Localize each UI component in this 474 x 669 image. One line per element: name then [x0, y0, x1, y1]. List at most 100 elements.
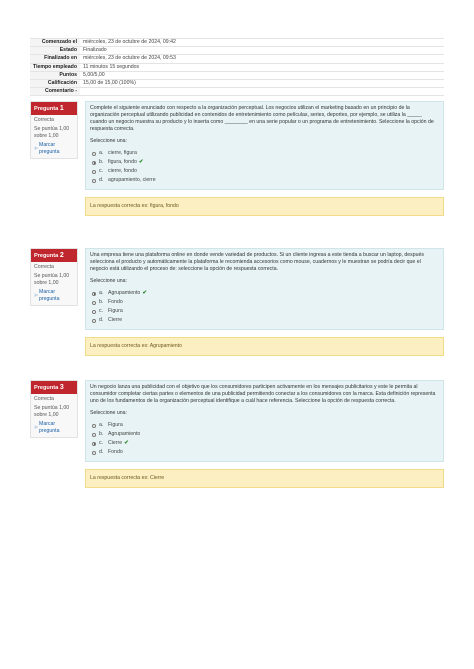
question-body: Una empresa tiene una plataforma online …: [85, 248, 444, 357]
radio-button[interactable]: [92, 441, 96, 446]
radio-button[interactable]: [92, 178, 96, 183]
correct-answer-feedback: La respuesta correcta es: Agrupamiento: [85, 337, 444, 357]
flag-label: Marcar pregunta: [39, 420, 60, 434]
answer-option[interactable]: c. cierre, fondo: [90, 167, 439, 176]
question-formulation: Complete el siguiente enunciado con resp…: [85, 101, 444, 191]
question-grade: Se puntúa 1,00 sobre 1,00: [34, 125, 70, 139]
answer-prompt: Seleccione una:: [90, 410, 127, 417]
question-grade: Se puntúa 1,00 sobre 1,00: [34, 272, 70, 286]
option-text: Cierre: [108, 317, 123, 324]
answer-option[interactable]: a. cierre, figura: [90, 149, 439, 158]
summary-label: Finalizado en: [30, 54, 81, 64]
option-text: Figura: [108, 308, 123, 315]
radio-button[interactable]: [92, 300, 96, 305]
option-letter: a.: [99, 422, 104, 429]
flag-label: Marcar pregunta: [39, 288, 60, 302]
option-text: cierre, fondo: [108, 168, 137, 175]
question-number-value: 2: [59, 251, 64, 259]
check-icon: ✔: [142, 289, 147, 296]
question-number-value: 1: [59, 104, 64, 112]
summary-row: Tiempo empleado 11 minutos 15 segundos: [30, 62, 444, 72]
answer-option[interactable]: a. Agrupamiento ✔: [90, 289, 439, 298]
correct-answer-feedback: La respuesta correcta es: figura, fondo: [85, 197, 444, 217]
summary-row: Estado Finalizado: [30, 46, 444, 55]
option-text: cierre, figura: [108, 150, 137, 157]
answer-option[interactable]: b. Agrupamiento: [90, 430, 439, 439]
option-text: agrupamiento, cierre: [108, 177, 156, 184]
radio-button[interactable]: [92, 160, 96, 165]
summary-row: Comentario -: [30, 87, 444, 97]
radio-button[interactable]: [92, 291, 96, 296]
summary-label: Tiempo empleado: [30, 62, 81, 72]
summary-value: [80, 87, 444, 97]
option-letter: d.: [99, 177, 104, 184]
question-state: Correcta: [34, 116, 54, 123]
answer-option[interactable]: c. Cierre ✔: [90, 439, 439, 448]
option-text: Cierre: [108, 440, 123, 447]
option-text: Fondo: [108, 449, 123, 456]
question-text: Una empresa tiene una plataforma online …: [90, 252, 424, 273]
radio-button[interactable]: [92, 309, 96, 314]
answer-option[interactable]: b. figura, fondo ✔: [90, 158, 439, 167]
option-letter: b.: [99, 431, 104, 438]
option-text: Agrupamiento: [108, 431, 141, 438]
radio-button[interactable]: [92, 151, 96, 156]
summary-value: Finalizado: [80, 46, 444, 55]
answer-option[interactable]: a. Figura: [90, 421, 439, 430]
summary-label: Calificación: [30, 78, 81, 88]
summary-row: Finalizado en miércoles, 23 de octubre de…: [30, 54, 444, 64]
question-label: Pregunta: [34, 384, 59, 391]
option-letter: d.: [99, 317, 104, 324]
flag-question-link[interactable]: ⚐ Marcar pregunta: [34, 142, 74, 156]
option-letter: b.: [99, 159, 104, 166]
option-letter: d.: [99, 449, 104, 456]
correct-answer-feedback: La respuesta correcta es: Cierre: [85, 469, 444, 489]
flag-question-link[interactable]: ⚐ Marcar pregunta: [34, 289, 74, 303]
radio-button[interactable]: [92, 423, 96, 428]
flag-icon: ⚐: [34, 424, 39, 430]
option-letter: a.: [99, 150, 104, 157]
radio-button[interactable]: [92, 169, 96, 174]
flag-icon: ⚐: [34, 292, 39, 298]
answer-option[interactable]: d. Fondo: [90, 448, 439, 457]
answer-options: a. Agrupamiento ✔ b. Fondo c. Figura d. Cierre: [90, 289, 439, 325]
radio-button[interactable]: [92, 450, 96, 455]
answer-options: a. cierre, figura b. figura, fondo ✔ c. cierre…: [90, 149, 439, 185]
flag-question-link[interactable]: ⚐ Marcar pregunta: [34, 421, 74, 435]
question-formulation: Una empresa tiene una plataforma online …: [85, 248, 444, 331]
summary-label: Estado: [30, 46, 81, 55]
summary-label: Comentario -: [30, 87, 81, 97]
radio-button[interactable]: [92, 318, 96, 323]
question-formulation: Un negocio lanza una publicidad con el o…: [85, 380, 444, 463]
question-info: Pregunta 1 Correcta Se puntúa 1,00 sobre 1…: [30, 101, 78, 159]
answer-option[interactable]: c. Figura: [90, 307, 439, 316]
answer-option[interactable]: d. Cierre: [90, 316, 439, 325]
question-text: Un negocio lanza una publicidad con el o…: [90, 384, 436, 405]
question-number-value: 3: [59, 383, 64, 391]
check-icon: ✔: [124, 439, 129, 446]
question-state: Correcta: [34, 263, 54, 270]
summary-table: Comenzado el miércoles, 23 de octubre de …: [30, 37, 444, 97]
summary-row: Puntos 5,00/5,00: [30, 70, 444, 80]
question-state: Correcta: [34, 395, 54, 402]
option-text: Figura: [108, 422, 123, 429]
summary-value: miércoles, 23 de octubre de 2024, 09:53: [80, 54, 444, 64]
answer-option[interactable]: b. Fondo: [90, 298, 439, 307]
answer-option[interactable]: d. agrupamiento, cierre: [90, 176, 439, 185]
option-letter: c.: [99, 440, 104, 447]
question-grade: Se puntúa 1,00 sobre 1,00: [34, 404, 70, 418]
option-letter: c.: [99, 168, 104, 175]
answer-prompt: Seleccione una:: [90, 278, 127, 285]
flag-label: Marcar pregunta: [39, 141, 60, 155]
summary-value: 15,00 de 15,00 (100%): [80, 78, 444, 88]
question-text: Complete el siguiente enunciado con resp…: [90, 105, 434, 133]
check-icon: ✔: [138, 158, 144, 165]
option-letter: c.: [99, 308, 104, 315]
question-label: Pregunta: [34, 252, 59, 259]
question-number: Pregunta 1: [31, 102, 77, 115]
summary-value: miércoles, 23 de octubre de 2024, 09:42: [80, 37, 444, 47]
summary-label: Comenzado el: [30, 37, 81, 47]
question-number: Pregunta 3: [31, 381, 77, 394]
radio-button[interactable]: [92, 432, 96, 437]
question-body: Un negocio lanza una publicidad con el o…: [85, 380, 444, 489]
